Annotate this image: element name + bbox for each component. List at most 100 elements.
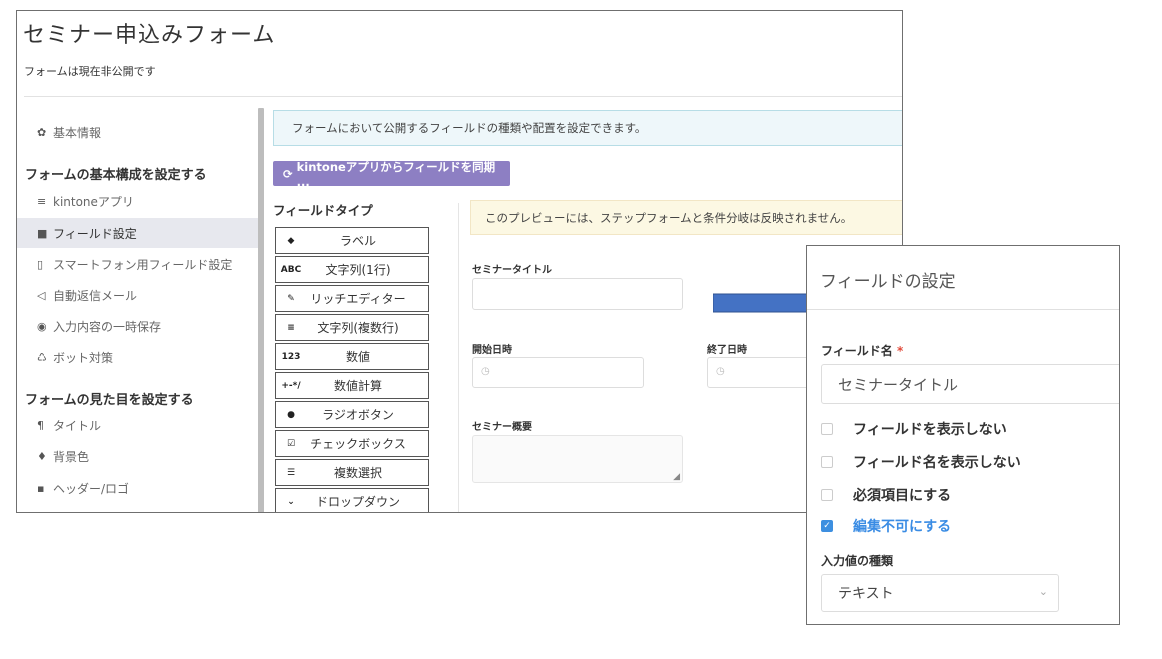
- preview-label-start-date: 開始日時: [472, 345, 512, 356]
- save-icon: ◉: [37, 319, 47, 333]
- field-name-value: セミナータイトル: [838, 375, 959, 394]
- lines-icon: ≡: [287, 322, 295, 333]
- divider: [458, 203, 459, 512]
- field-type-name: 文字列(1行): [325, 263, 391, 277]
- sidebar-item-field-settings[interactable]: ■ フィールド設定: [17, 218, 259, 248]
- list-icon: ☰: [286, 467, 296, 478]
- sidebar-item-label: タイトル: [53, 418, 102, 433]
- sidebar-item-label: 基本情報: [53, 125, 102, 140]
- field-name-label: フィールド名 *: [821, 342, 903, 359]
- input-type-select[interactable]: テキスト ⌄: [821, 574, 1059, 612]
- sidebar-item-smartphone-settings[interactable]: ▯ スマートフォン用フィールド設定: [17, 249, 259, 279]
- sidebar-item-kintone-app[interactable]: ≡ kintoneアプリ: [17, 186, 259, 216]
- field-type-name: ドロップダウン: [315, 495, 400, 509]
- chevron-down-icon: ⌄: [287, 496, 295, 507]
- sidebar-item-label: kintoneアプリ: [53, 194, 134, 209]
- field-type-dropdown[interactable]: ⌄ ドロップダウン: [275, 488, 429, 512]
- sidebar-item-background[interactable]: ♦ 背景色: [17, 441, 259, 471]
- field-type-multi-line[interactable]: ≡ 文字列(複数行): [275, 314, 429, 341]
- tag-icon: ◆: [287, 235, 295, 246]
- page-title: セミナー申込みフォーム: [23, 23, 276, 48]
- sidebar-item-label: 背景色: [53, 449, 90, 464]
- field-type-multi-select[interactable]: ☰ 複数選択: [275, 459, 429, 486]
- preview-label-seminar-title: セミナータイトル: [472, 265, 552, 276]
- form-status: フォームは現在非公開です: [24, 65, 156, 78]
- preview-textarea-seminar-summary[interactable]: ◢: [472, 435, 683, 483]
- info-text: フォームにおいて公開するフィールドの種類や配置を設定できます。: [292, 121, 647, 135]
- sidebar-section-basic: フォームの基本構成を設定する: [25, 168, 207, 183]
- info-message: フォームにおいて公開するフィールドの種類や配置を設定できます。: [273, 110, 902, 146]
- field-type-name: 数値計算: [333, 379, 382, 393]
- field-type-single-line[interactable]: ABC 文字列(1行): [275, 256, 429, 283]
- preview-input-start-date[interactable]: ◷: [472, 357, 644, 388]
- field-type-calc[interactable]: +-*/ 数値計算: [275, 372, 429, 399]
- field-type-radio[interactable]: ● ラジオボタン: [275, 401, 429, 428]
- sidebar-item-basic-info[interactable]: ✿ 基本情報: [17, 117, 259, 147]
- gear-icon: ✿: [37, 125, 47, 139]
- divider: [24, 96, 902, 97]
- form-editor-window: セミナー申込みフォーム フォームは現在非公開です ✿ 基本情報 フォームの基本構…: [16, 10, 903, 513]
- pencil-icon: ✎: [287, 293, 295, 304]
- sidebar-item-label: 自動返信メール: [53, 288, 138, 303]
- field-type-name: リッチエディター: [310, 292, 406, 306]
- field-type-heading: フィールドタイプ: [273, 203, 373, 218]
- field-type-name: ラベル: [339, 234, 376, 248]
- drop-icon: ♦: [37, 449, 47, 463]
- option-label: フィールド名を表示しない: [853, 455, 1021, 471]
- send-icon: ◁: [37, 288, 46, 302]
- checkbox[interactable]: [821, 456, 833, 468]
- sync-button-label: kintoneアプリからフィールドを同期 ...: [296, 159, 496, 189]
- radio-icon: ●: [287, 409, 295, 420]
- checkbox-icon: ☑: [286, 438, 296, 449]
- required-mark: *: [896, 344, 904, 358]
- field-name-label-text: フィールド名: [821, 344, 893, 358]
- paragraph-icon: ¶: [37, 418, 44, 432]
- sidebar-item-label: スマートフォン用フィールド設定: [53, 257, 233, 272]
- sync-fields-button[interactable]: ⟳ kintoneアプリからフィールドを同期 ...: [273, 159, 510, 189]
- sync-icon: ⟳: [283, 166, 293, 181]
- field-settings-panel: フィールドの設定 フィールド名 * セミナータイトル フィールドを表示しない フ…: [806, 245, 1120, 625]
- sidebar-item-label: 入力内容の一時保存: [53, 319, 162, 334]
- sidebar-item-title[interactable]: ¶ タイトル: [17, 410, 259, 440]
- sidebar-item-auto-reply[interactable]: ◁ 自動返信メール: [17, 280, 259, 310]
- option-label: 編集不可にする: [853, 519, 952, 535]
- number-icon: 123: [281, 351, 301, 362]
- field-type-name: 数値: [345, 350, 370, 364]
- option-hide-field[interactable]: フィールドを表示しない: [821, 419, 1007, 439]
- chevron-down-icon: ⌄: [1038, 585, 1048, 598]
- sidebar-item-header-logo[interactable]: ▪ ヘッダー/ロゴ: [17, 473, 259, 503]
- option-hide-field-name[interactable]: フィールド名を表示しない: [821, 452, 1021, 472]
- sidebar-item-label: ボット対策: [53, 350, 114, 365]
- field-type-name: 複数選択: [333, 466, 382, 480]
- option-read-only[interactable]: ✓ 編集不可にする: [821, 516, 951, 536]
- checkbox-checked[interactable]: ✓: [821, 520, 833, 532]
- clock-icon: ◷: [716, 366, 725, 377]
- field-type-number[interactable]: 123 数値: [275, 343, 429, 370]
- field-type-label[interactable]: ◆ ラベル: [275, 227, 429, 254]
- preview-input-seminar-title[interactable]: [472, 278, 683, 310]
- panel-title: フィールドの設定: [820, 272, 956, 292]
- preview-label-seminar-summary: セミナー概要: [472, 422, 532, 433]
- field-type-rich-editor[interactable]: ✎ リッチエディター: [275, 285, 429, 312]
- clock-icon: ◷: [481, 366, 490, 377]
- input-type-label: 入力値の種類: [821, 554, 894, 568]
- field-type-checkbox[interactable]: ☑ チェックボックス: [275, 430, 429, 457]
- checkbox[interactable]: [821, 423, 833, 435]
- sidebar-item-bot-protection[interactable]: ♺ ボット対策: [17, 342, 259, 372]
- image-icon: ▪: [37, 481, 45, 495]
- field-name-input[interactable]: セミナータイトル: [821, 364, 1119, 404]
- field-type-name: ラジオボタン: [322, 408, 394, 422]
- calc-icon: +-*/: [281, 380, 301, 391]
- sidebar-scrollbar[interactable]: [258, 108, 264, 512]
- option-label: 必須項目にする: [853, 488, 952, 504]
- warning-text: このプレビューには、ステップフォームと条件分岐は反映されません。: [485, 210, 853, 225]
- recycle-icon: ♺: [37, 350, 47, 364]
- input-type-value: テキスト: [838, 586, 894, 602]
- sidebar-item-temp-save[interactable]: ◉ 入力内容の一時保存: [17, 311, 259, 341]
- sidebar-item-label: ヘッダー/ロゴ: [53, 481, 130, 496]
- option-required[interactable]: 必須項目にする: [821, 485, 951, 505]
- sidebar-item-label: フィールド設定: [53, 226, 137, 241]
- checkbox[interactable]: [821, 489, 833, 501]
- resize-grip-icon[interactable]: ◢: [673, 472, 680, 482]
- smartphone-icon: ▯: [37, 257, 44, 271]
